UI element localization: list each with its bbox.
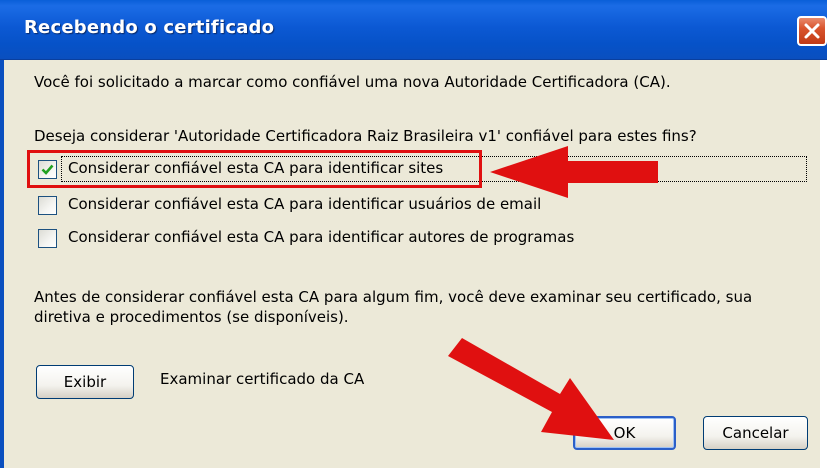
red-arrow-annotation <box>490 146 658 198</box>
red-arrow-annotation <box>448 338 614 440</box>
dialog-window: Recebendo o certificado Você foi solicit… <box>0 0 827 468</box>
arrow-annotations <box>448 146 658 440</box>
